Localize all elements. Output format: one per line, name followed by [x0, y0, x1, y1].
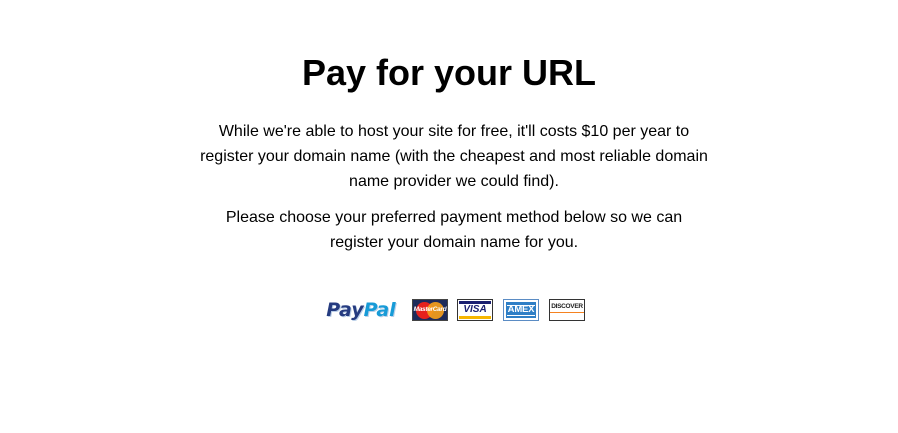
visa-bottom-band: [459, 316, 491, 319]
visa-button[interactable]: VISA: [457, 299, 493, 321]
mastercard-logo: MasterCard: [413, 306, 447, 313]
hosting-explanation: While we're able to host your site for f…: [200, 123, 708, 190]
discover-button[interactable]: DISCOVER: [549, 299, 585, 321]
visa-logo: VISA: [463, 304, 487, 315]
discover-logo: DISCOVER: [551, 303, 583, 310]
paypal-button[interactable]: PayPal: [320, 297, 402, 323]
paypal-logo-part-2: Pal: [363, 299, 396, 321]
amex-button[interactable]: AMEX: [503, 299, 539, 321]
amex-line-bottom: [507, 315, 535, 316]
payment-instruction: Please choose your preferred payment met…: [225, 209, 683, 251]
discover-stripe: [550, 312, 584, 313]
page-title: Pay for your URL: [301, 52, 597, 93]
mastercard-button[interactable]: MasterCard: [412, 299, 448, 321]
paypal-logo-part-1: Pay: [326, 299, 364, 321]
